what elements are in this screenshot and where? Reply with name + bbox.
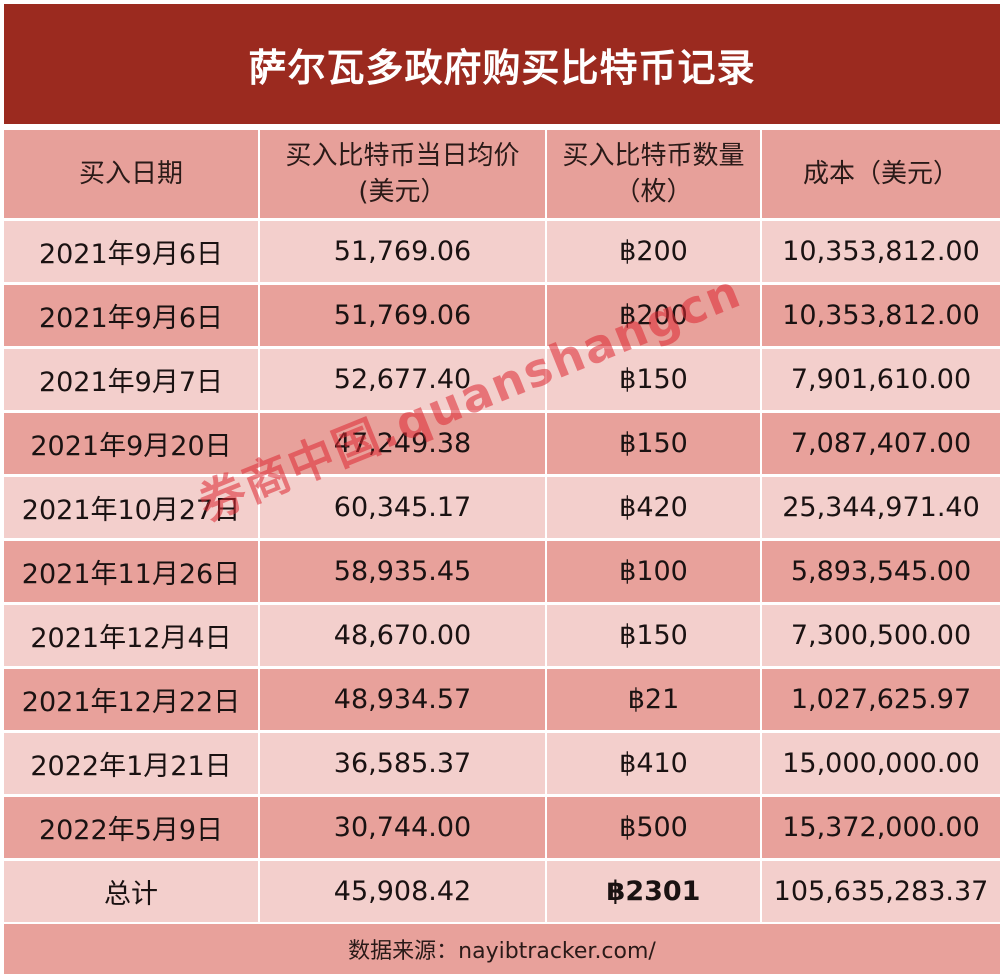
cell-cost: 15,000,000.00	[762, 733, 1000, 794]
header-quantity: 买入比特币数量 （枚）	[547, 130, 760, 218]
purchase-table: 买入日期 买入比特币当日均价 (美元） 买入比特币数量 （枚） 成本（美元） 2…	[4, 130, 1000, 922]
cell-cost: 7,300,500.00	[762, 605, 1000, 666]
cell-price: 30,744.00	[260, 797, 545, 858]
cell-price: 47,249.38	[260, 413, 545, 474]
cell-quantity: ฿420	[547, 477, 760, 538]
page-title: 萨尔瓦多政府购买比特币记录	[248, 45, 756, 90]
cell-quantity: ฿410	[547, 733, 760, 794]
cell-quantity: ฿500	[547, 797, 760, 858]
header-price: 买入比特币当日均价 (美元）	[260, 130, 545, 218]
cell-date: 2022年5月9日	[4, 797, 258, 858]
cell-date: 2021年9月6日	[4, 221, 258, 282]
cell-cost: 15,372,000.00	[762, 797, 1000, 858]
cell-date: 2021年9月6日	[4, 285, 258, 346]
total-price: 45,908.42	[260, 861, 545, 922]
cell-price: 48,670.00	[260, 605, 545, 666]
cell-price: 51,769.06	[260, 285, 545, 346]
cell-date: 2021年9月20日	[4, 413, 258, 474]
header-date: 买入日期	[4, 130, 258, 218]
total-quantity: ฿2301	[547, 861, 760, 922]
cell-price: 60,345.17	[260, 477, 545, 538]
cell-date: 2021年9月7日	[4, 349, 258, 410]
cell-date: 2021年12月22日	[4, 669, 258, 730]
cell-cost: 7,087,407.00	[762, 413, 1000, 474]
total-cost: 105,635,283.37	[762, 861, 1000, 922]
cell-cost: 25,344,971.40	[762, 477, 1000, 538]
cell-date: 2021年12月4日	[4, 605, 258, 666]
source-text: 数据来源：nayibtracker.com/	[348, 939, 656, 964]
cell-date: 2021年10月27日	[4, 477, 258, 538]
cell-date: 2021年11月26日	[4, 541, 258, 602]
cell-price: 51,769.06	[260, 221, 545, 282]
cell-date: 2022年1月21日	[4, 733, 258, 794]
cell-cost: 10,353,812.00	[762, 221, 1000, 282]
source-footer: 数据来源：nayibtracker.com/	[4, 924, 1000, 974]
cell-price: 36,585.37	[260, 733, 545, 794]
cell-price: 48,934.57	[260, 669, 545, 730]
cell-cost: 1,027,625.97	[762, 669, 1000, 730]
cell-cost: 5,893,545.00	[762, 541, 1000, 602]
cell-price: 58,935.45	[260, 541, 545, 602]
cell-quantity: ฿200	[547, 221, 760, 282]
header-cost: 成本（美元）	[762, 130, 1000, 218]
cell-quantity: ฿150	[547, 605, 760, 666]
title-banner: 萨尔瓦多政府购买比特币记录	[4, 4, 1000, 124]
cell-price: 52,677.40	[260, 349, 545, 410]
cell-quantity: ฿21	[547, 669, 760, 730]
total-label: 总计	[4, 861, 258, 922]
cell-cost: 10,353,812.00	[762, 285, 1000, 346]
cell-cost: 7,901,610.00	[762, 349, 1000, 410]
cell-quantity: ฿150	[547, 349, 760, 410]
cell-quantity: ฿200	[547, 285, 760, 346]
cell-quantity: ฿100	[547, 541, 760, 602]
cell-quantity: ฿150	[547, 413, 760, 474]
